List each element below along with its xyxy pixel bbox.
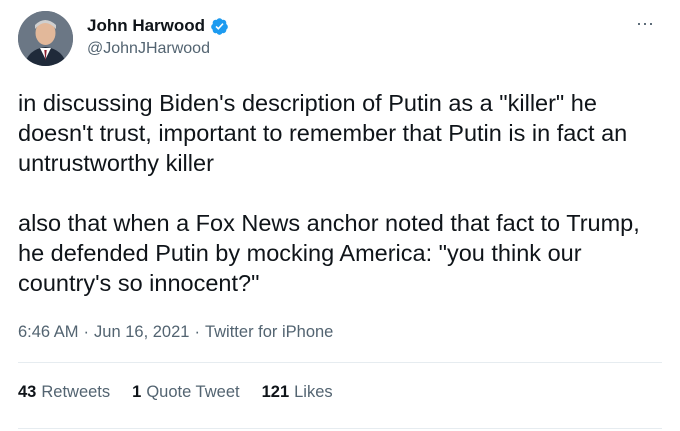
- author-handle[interactable]: @JohnJHarwood: [87, 40, 210, 58]
- tweet-meta: 6:46 AM · Jun 16, 2021 · Twitter for iPh…: [18, 323, 333, 342]
- author-name-row[interactable]: John Harwood: [87, 16, 229, 36]
- profile-photo: [18, 11, 73, 66]
- verified-badge-icon: [211, 17, 228, 35]
- quote-tweets-stat[interactable]: 1 Quote Tweet: [132, 383, 239, 402]
- tweet-date[interactable]: Jun 16, 2021: [94, 323, 189, 342]
- likes-count: 121: [261, 383, 290, 401]
- engagement-stats: 43 Retweets 1 Quote Tweet 121 Likes: [18, 383, 333, 402]
- retweets-label: Retweets: [41, 383, 111, 401]
- divider: [18, 428, 662, 429]
- tweet-paragraph-2: also that when a Fox News anchor noted t…: [18, 210, 647, 296]
- tweet-source[interactable]: Twitter for iPhone: [205, 323, 333, 342]
- tweet-paragraph-1: in discussing Biden's description of Put…: [18, 90, 634, 176]
- more-options-icon[interactable]: ⋯: [636, 14, 655, 35]
- likes-label: Likes: [294, 383, 333, 401]
- likes-stat[interactable]: 121 Likes: [262, 383, 333, 402]
- meta-separator: ·: [83, 323, 90, 341]
- retweets-stat[interactable]: 43 Retweets: [18, 383, 110, 402]
- divider: [18, 362, 662, 363]
- author-name[interactable]: John Harwood: [87, 16, 205, 36]
- retweets-count: 43: [18, 383, 37, 401]
- tweet-time[interactable]: 6:46 AM: [18, 323, 79, 342]
- quote-tweets-count: 1: [132, 383, 142, 401]
- quote-tweets-label: Quote Tweet: [146, 383, 240, 401]
- tweet-text: in discussing Biden's description of Put…: [18, 88, 658, 298]
- avatar[interactable]: [18, 11, 73, 66]
- meta-separator: ·: [194, 323, 200, 341]
